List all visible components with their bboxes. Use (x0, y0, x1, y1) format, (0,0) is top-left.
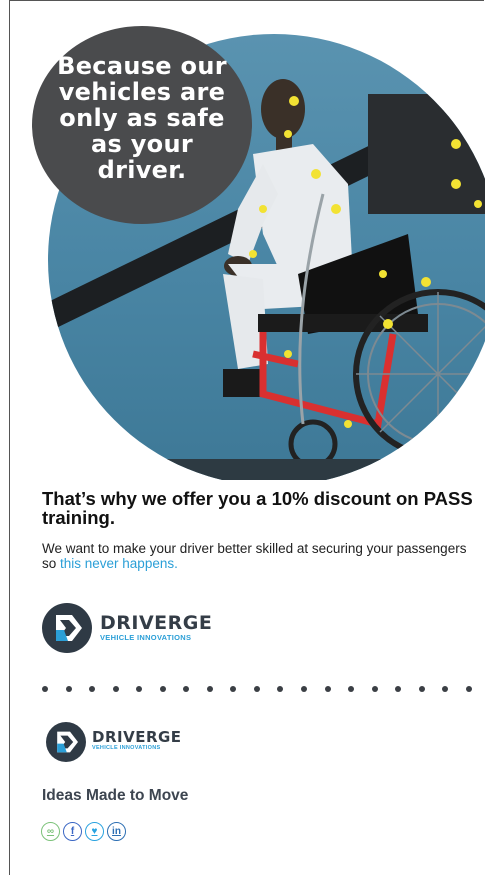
divider-dot (206, 686, 213, 692)
divider-dot (112, 686, 119, 692)
divider-dot (324, 686, 331, 692)
driverge-wordmark: DRIVERGE VEHICLE INNOVATIONS (100, 613, 212, 642)
divider-dot (136, 686, 143, 692)
driverge-mark-icon (46, 722, 86, 762)
divider-dot (89, 686, 96, 692)
social-links: ∞ f ♥ in (41, 822, 126, 841)
brand-name: DRIVERGE (100, 611, 213, 634)
divider-dot (277, 686, 284, 692)
facebook-icon[interactable]: f (63, 822, 82, 841)
divider-dot (159, 686, 166, 692)
hero-quote: Because our vehicles are only as safe as… (57, 52, 227, 184)
hero-banner: Because our vehicles are only as safe as… (0, 0, 485, 480)
divider-dot (230, 686, 237, 692)
divider-dot (442, 686, 449, 692)
discount-headline: That’s why we offer you a 10% discount o… (42, 488, 473, 528)
divider-dot (253, 686, 260, 692)
link-icon[interactable]: ∞ (41, 822, 60, 841)
divider-dot (371, 686, 378, 692)
divider-dot (301, 686, 308, 692)
divider-dot (465, 686, 472, 692)
divider-dot (348, 686, 355, 692)
driverge-logo-signature[interactable]: DRIVERGE VEHICLE INNOVATIONS (46, 722, 182, 762)
divider-dot (418, 686, 425, 692)
divider-dot (42, 686, 48, 692)
driverge-logo-main[interactable]: DRIVERGE VEHICLE INNOVATIONS (42, 603, 212, 653)
divider-dot (65, 686, 72, 692)
divider-dot (395, 686, 402, 692)
twitter-icon[interactable]: ♥ (85, 822, 104, 841)
dot-divider (42, 686, 472, 692)
quote-bubble: Because our vehicles are only as safe as… (32, 26, 252, 224)
brand-tagline: Ideas Made to Move (42, 787, 189, 804)
driverge-wordmark: DRIVERGE VEHICLE INNOVATIONS (92, 729, 182, 752)
driverge-mark-icon (42, 603, 92, 653)
divider-dot (183, 686, 190, 692)
linkedin-icon[interactable]: in (107, 822, 126, 841)
brand-subtitle: VEHICLE INNOVATIONS (92, 744, 161, 751)
brand-name: DRIVERGE (92, 727, 182, 746)
brand-subtitle: VEHICLE INNOVATIONS (100, 632, 192, 642)
body-paragraph: We want to make your driver better skill… (42, 541, 482, 571)
this-never-happens-link[interactable]: this never happens. (60, 556, 178, 571)
